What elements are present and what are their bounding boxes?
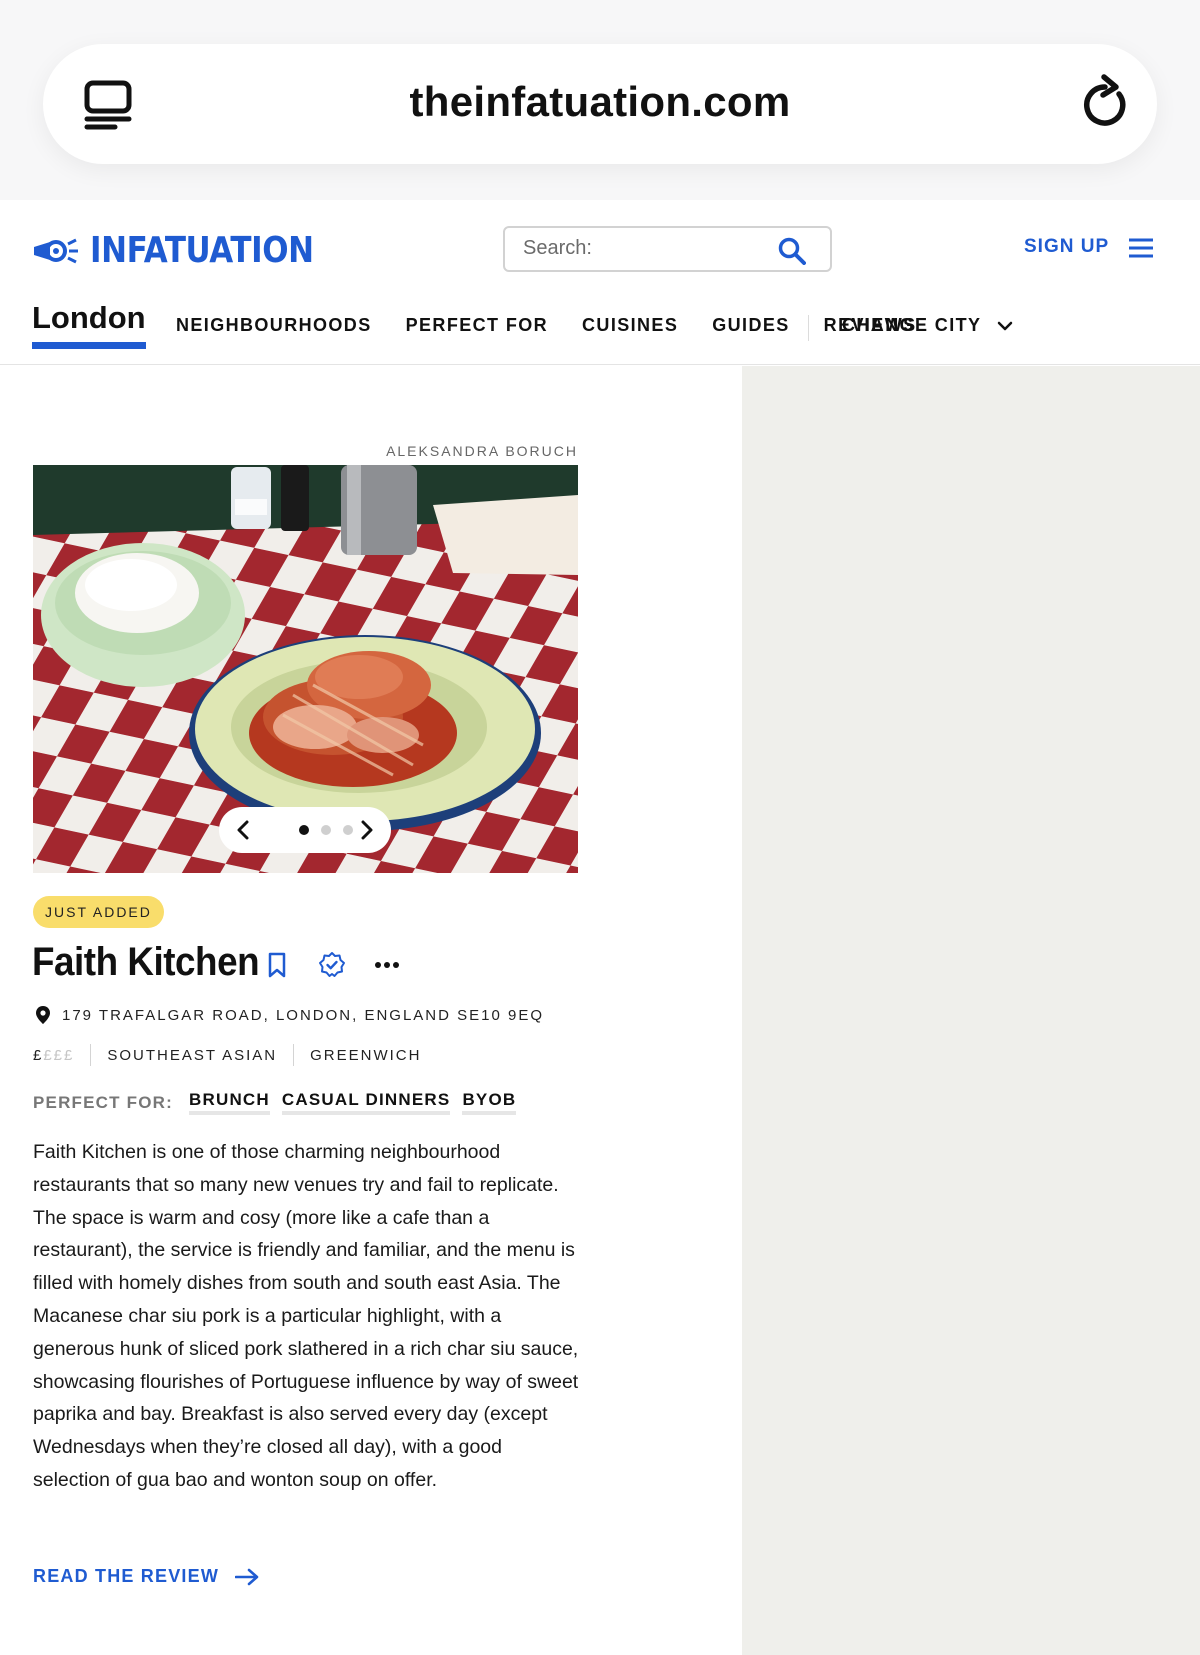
city-nav: London NEIGHBOURHOODS PERFECT FOR CUISIN… [32, 300, 915, 360]
just-added-badge: JUST ADDED [33, 896, 164, 928]
megaphone-icon [34, 238, 78, 263]
price-level: ££££ [33, 1047, 74, 1064]
price-inactive: £££ [43, 1046, 75, 1064]
neighbourhood-link[interactable]: GREENWICH [310, 1047, 421, 1064]
carousel-dots [299, 825, 365, 835]
bookmark-icon[interactable] [263, 951, 291, 979]
current-city-tab[interactable]: London [32, 300, 146, 349]
perfect-for-tag-brunch[interactable]: BRUNCH [189, 1090, 270, 1115]
search-input[interactable] [523, 237, 763, 260]
address-bar[interactable]: theinfatuation.com [43, 44, 1157, 164]
change-city-dropdown[interactable]: CHANGE CITY [842, 315, 1013, 336]
read-review-label: READ THE REVIEW [33, 1566, 220, 1586]
perfect-for-tag-casual-dinners[interactable]: CASUAL DINNERS [281, 1090, 451, 1115]
read-review-link[interactable]: READ THE REVIEW [33, 1566, 259, 1587]
site-header [0, 200, 1200, 365]
photo-carousel-controls [219, 807, 391, 853]
hamburger-menu-icon[interactable] [1128, 237, 1154, 259]
search-icon[interactable] [778, 237, 806, 265]
photo-credit: ALEKSANDRA BORUCH [386, 443, 578, 459]
url-text[interactable]: theinfatuation.com [43, 78, 1157, 126]
sign-up-link[interactable]: SIGN UP [1024, 236, 1109, 258]
nav-items: NEIGHBOURHOODS PERFECT FOR CUISINES GUID… [176, 315, 951, 336]
restaurant-photo[interactable] [33, 465, 578, 873]
chevron-right-icon[interactable] [361, 820, 373, 840]
nav-item-perfect-for[interactable]: PERFECT FOR [406, 315, 548, 336]
restaurant-name[interactable]: Faith Kitchen [32, 940, 260, 985]
listing-actions [263, 951, 428, 979]
carousel-dot-3[interactable] [343, 825, 353, 835]
nav-item-neighbourhoods[interactable]: NEIGHBOURHOODS [176, 315, 372, 336]
address-text: 179 TRAFALGAR ROAD, LONDON, ENGLAND SE10… [62, 1006, 545, 1024]
perfect-for-label: PERFECT FOR: [33, 1092, 174, 1112]
restaurant-description: Faith Kitchen is one of those charming n… [33, 1141, 579, 1491]
map-panel[interactable] [742, 366, 1200, 1655]
browser-chrome: theinfatuation.com [0, 0, 1200, 200]
carousel-dot-2[interactable] [321, 825, 331, 835]
search-box[interactable] [503, 226, 832, 272]
meta-divider [90, 1044, 92, 1066]
perfect-for-row: PERFECT FOR: BRUNCH CASUAL DINNERS BYOB [33, 1090, 528, 1115]
chevron-left-icon[interactable] [237, 820, 249, 840]
reload-icon[interactable] [1079, 74, 1131, 130]
change-city-label: CHANGE CITY [842, 315, 982, 335]
infatuation-logo[interactable]: INFATUATION [32, 230, 350, 271]
nav-item-cuisines[interactable]: CUISINES [582, 315, 678, 336]
meta-divider [293, 1044, 295, 1066]
carousel-dot-1[interactable] [299, 825, 309, 835]
nav-divider [808, 315, 809, 341]
verified-check-icon[interactable] [318, 951, 346, 979]
perfect-for-tag-byob[interactable]: BYOB [462, 1090, 517, 1115]
price-active: £ [33, 1046, 44, 1064]
nav-item-guides[interactable]: GUIDES [712, 315, 789, 336]
map-pin-icon [36, 1006, 50, 1024]
restaurant-meta: ££££ SOUTHEAST ASIAN GREENWICH [33, 1044, 421, 1066]
logo-text: INFATUATION [90, 230, 314, 271]
restaurant-address[interactable]: 179 TRAFALGAR ROAD, LONDON, ENGLAND SE10… [36, 1006, 544, 1024]
more-options-icon[interactable] [373, 951, 401, 979]
cuisine-link[interactable]: SOUTHEAST ASIAN [107, 1047, 277, 1064]
arrow-right-icon [235, 1568, 259, 1585]
chevron-down-icon [998, 321, 1013, 330]
